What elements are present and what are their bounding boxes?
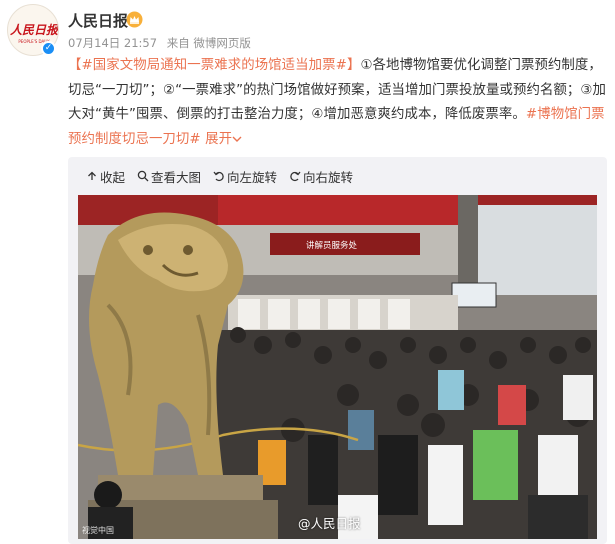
post-photo[interactable]: 讲解员服务处 视觉中国 @人民日报 <box>78 195 597 539</box>
username[interactable]: 人民日报 <box>68 10 128 31</box>
collect-button[interactable]: 收起 <box>86 166 125 186</box>
post-source: 来自 微博网页版 <box>166 36 251 50</box>
photo-banner-text: 讲解员服务处 <box>306 240 358 251</box>
image-toolbar: 收起 查看大图 向左旋转 向右旋转 <box>86 166 353 186</box>
rotate-left-label: 向左旋转 <box>227 169 278 185</box>
view-large-label: 查看大图 <box>151 169 202 185</box>
post-timestamp[interactable]: 07月14日 21:57 <box>68 36 157 50</box>
media-card: 收起 查看大图 向左旋转 向右旋转 讲解员服务处 视觉中国 @人民日报 <box>68 157 607 544</box>
rotate-right-label: 向右旋转 <box>303 169 354 185</box>
logo-text: 人民日报 <box>10 23 59 37</box>
post-meta: 07月14日 21:57 来自 微博网页版 <box>68 35 257 51</box>
rotate-right-icon <box>290 171 301 182</box>
collect-label: 收起 <box>100 169 126 185</box>
photo-watermark: @人民日报 <box>298 516 361 531</box>
arrow-up-icon <box>88 171 96 180</box>
search-icon <box>137 170 149 182</box>
expand-link[interactable]: 展开 <box>205 132 242 147</box>
crown-icon[interactable] <box>126 11 143 28</box>
expand-label: 展开 <box>205 131 233 147</box>
post-body: 【#国家文物局通知一票难求的场馆适当加票#】①各地博物馆要优化调整门票预约制度，… <box>68 54 608 152</box>
chevron-down-icon <box>232 136 242 142</box>
topic-tag-link[interactable]: 【#国家文物局通知一票难求的场馆适当加票#】 <box>68 58 360 73</box>
view-large-button[interactable]: 查看大图 <box>137 166 201 186</box>
rotate-left-button[interactable]: 向左旋转 <box>213 166 277 186</box>
verified-badge-icon: ✓ <box>41 41 56 56</box>
rotate-right-button[interactable]: 向右旋转 <box>289 166 353 186</box>
photo-credit: 视觉中国 <box>82 526 114 535</box>
rotate-left-icon <box>213 171 224 182</box>
museum-crowd-photo: 讲解员服务处 <box>78 195 597 539</box>
